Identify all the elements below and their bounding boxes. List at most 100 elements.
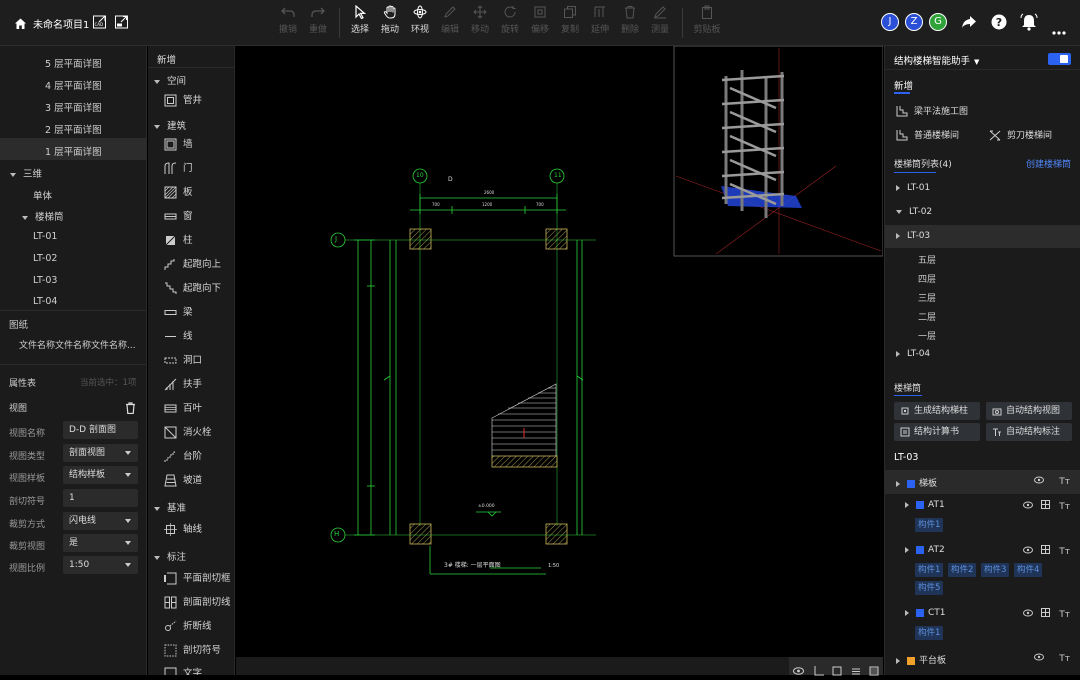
ct1-row[interactable]: CT1 (905, 608, 946, 618)
floor-item-3[interactable]: 三层 (918, 291, 936, 304)
tree-item-floor-3[interactable]: 3 层平面详图 (45, 100, 102, 114)
edit-button[interactable]: 编辑 (437, 5, 463, 35)
slab-group-row[interactable]: 梯板 (896, 476, 937, 489)
measure-button[interactable]: 测量 (647, 5, 673, 35)
help-icon[interactable]: ? (991, 14, 1007, 30)
prop-view-type-select[interactable]: 剖面视图 (63, 444, 138, 462)
clipboard-button[interactable]: 剪贴板 (690, 5, 724, 35)
tool-slab[interactable]: 板 (164, 186, 193, 200)
assistant-toggle[interactable] (1048, 53, 1071, 65)
grid-view-icon[interactable] (1041, 608, 1051, 620)
platform-slab-row[interactable]: 平台板 (896, 653, 946, 666)
category-building[interactable]: 建筑 (154, 118, 186, 132)
tree-item-floor-2[interactable]: 2 层平面详图 (45, 122, 102, 136)
tree-item-lt04[interactable]: LT-04 (33, 296, 57, 307)
pan-button[interactable]: 拖动 (377, 5, 403, 35)
extend-button[interactable]: 延伸 (587, 5, 613, 35)
tree-item-floor-4[interactable]: 4 层平面详图 (45, 78, 102, 92)
stair-list-item-lt03[interactable]: LT-03 (896, 231, 930, 241)
tree-group-stairwell[interactable]: 楼梯筒 (22, 209, 64, 223)
text-style-icon[interactable]: Tт (1059, 477, 1070, 487)
tool-line[interactable]: 线 (164, 330, 193, 344)
avatar-j[interactable]: J (881, 13, 899, 31)
component-chip[interactable]: 构件1 (915, 626, 944, 640)
tool-text[interactable]: 文字 (164, 667, 202, 675)
prop-view-scale-select[interactable]: 1:50 (63, 556, 138, 574)
prop-view-template-select[interactable]: 结构样板 (63, 466, 138, 484)
eye-icon[interactable] (1022, 609, 1033, 620)
text-style-icon[interactable]: Tт (1059, 610, 1070, 620)
trash-icon[interactable] (125, 399, 136, 415)
tree-item-lt02[interactable]: LT-02 (33, 253, 57, 264)
auto-structure-annotation-button[interactable]: 自动结构标注 (986, 423, 1072, 441)
stair-list-item-lt02[interactable]: LT-02 (896, 207, 932, 217)
text-style-icon[interactable]: Tт (1059, 502, 1070, 512)
prop-crop-method-select[interactable]: 闪电线 (63, 512, 138, 530)
category-datum[interactable]: 基准 (154, 500, 186, 514)
export-cad-icon[interactable]: CAD (93, 14, 106, 29)
more-options-icon[interactable] (1052, 20, 1066, 35)
tool-door[interactable]: 门 (164, 162, 193, 176)
project-name[interactable]: 未命名项目1 (33, 16, 89, 31)
component-chip[interactable]: 构件1 (915, 518, 944, 532)
tool-column[interactable]: 柱 (164, 234, 193, 248)
component-chip[interactable]: 构件2 (948, 563, 977, 577)
tool-plan-section-box[interactable]: 平面剖切框 (164, 572, 231, 586)
auto-structure-view-button[interactable]: 自动结构视图 (986, 402, 1072, 420)
ucs-icon[interactable] (814, 661, 824, 676)
tool-louver[interactable]: 百叶 (164, 402, 202, 416)
floor-item-2[interactable]: 二层 (918, 310, 936, 323)
frame-icon[interactable] (832, 661, 842, 676)
tool-window[interactable]: 窗 (164, 210, 193, 224)
tool-beam[interactable]: 梁 (164, 306, 193, 320)
move-button[interactable]: 移动 (467, 5, 493, 35)
delete-button[interactable]: 删除 (617, 5, 643, 35)
tree-item-floor-5[interactable]: 5 层平面详图 (45, 56, 102, 70)
at2-row[interactable]: AT2 (905, 545, 945, 555)
drawing-file-item[interactable]: 文件名称文件名称文件名称... (19, 338, 136, 351)
avatar-g[interactable]: G (929, 13, 947, 31)
tool-opening[interactable]: 洞口 (164, 354, 202, 368)
tool-section-line[interactable]: 剖面剖切线 (164, 596, 231, 610)
eye-icon[interactable] (1022, 501, 1033, 512)
tool-break-line[interactable]: 折断线 (164, 620, 212, 634)
select-button[interactable]: 选择 (347, 5, 373, 35)
prop-view-name-field[interactable]: D-D 剖面图 (63, 421, 138, 439)
component-chip[interactable]: 构件4 (1014, 563, 1043, 577)
floor-item-1[interactable]: 一层 (918, 329, 936, 342)
structure-calc-report-button[interactable]: 结构计算书 (894, 423, 980, 441)
at1-row[interactable]: AT1 (905, 500, 945, 510)
eye-icon[interactable] (1034, 476, 1045, 487)
tool-handrail[interactable]: 扶手 (164, 378, 202, 392)
home-icon[interactable] (14, 15, 27, 29)
component-chip[interactable]: 构件5 (915, 581, 944, 595)
floor-item-5[interactable]: 五层 (918, 253, 936, 266)
eye-icon[interactable] (1034, 653, 1045, 664)
scissor-stair-button[interactable]: 剪刀楼梯间 (989, 128, 1052, 141)
grid-view-icon[interactable] (1041, 500, 1051, 512)
tool-steps[interactable]: 台阶 (164, 450, 202, 464)
stair-list-item-lt04[interactable]: LT-04 (896, 349, 930, 359)
text-style-icon[interactable]: Tт (1059, 547, 1070, 557)
stair-list-item-lt01[interactable]: LT-01 (896, 183, 930, 193)
eye-icon[interactable] (1022, 546, 1033, 557)
category-space[interactable]: 空间 (154, 73, 186, 87)
redo-button[interactable]: 重做 (305, 5, 331, 35)
copy-button[interactable]: 复制 (557, 5, 583, 35)
undo-button[interactable]: 撤销 (275, 5, 301, 35)
tool-hydrant[interactable]: 消火栓 (164, 426, 212, 440)
grid-view-icon[interactable] (1041, 545, 1051, 557)
orbit-button[interactable]: 环视 (407, 5, 433, 35)
avatar-z[interactable]: Z (905, 13, 923, 31)
offset-button[interactable]: 偏移 (527, 5, 553, 35)
tool-ramp[interactable]: 坡道 (164, 474, 202, 488)
generate-stair-column-button[interactable]: 生成结构梯柱 (894, 402, 980, 420)
tree-item-floor-1[interactable]: 1 层平面详图 (45, 144, 102, 158)
text-style-icon[interactable]: Tт (1059, 654, 1070, 664)
prop-crop-view-select[interactable]: 是 (63, 534, 138, 552)
layers-icon[interactable] (851, 661, 861, 675)
beam-flat-drawing-button[interactable]: 梁平法施工图 (896, 104, 968, 117)
tree-item-lt01[interactable]: LT-01 (33, 231, 57, 242)
prop-section-symbol-field[interactable]: 1 (63, 489, 138, 507)
component-chip[interactable]: 构件1 (915, 563, 944, 577)
